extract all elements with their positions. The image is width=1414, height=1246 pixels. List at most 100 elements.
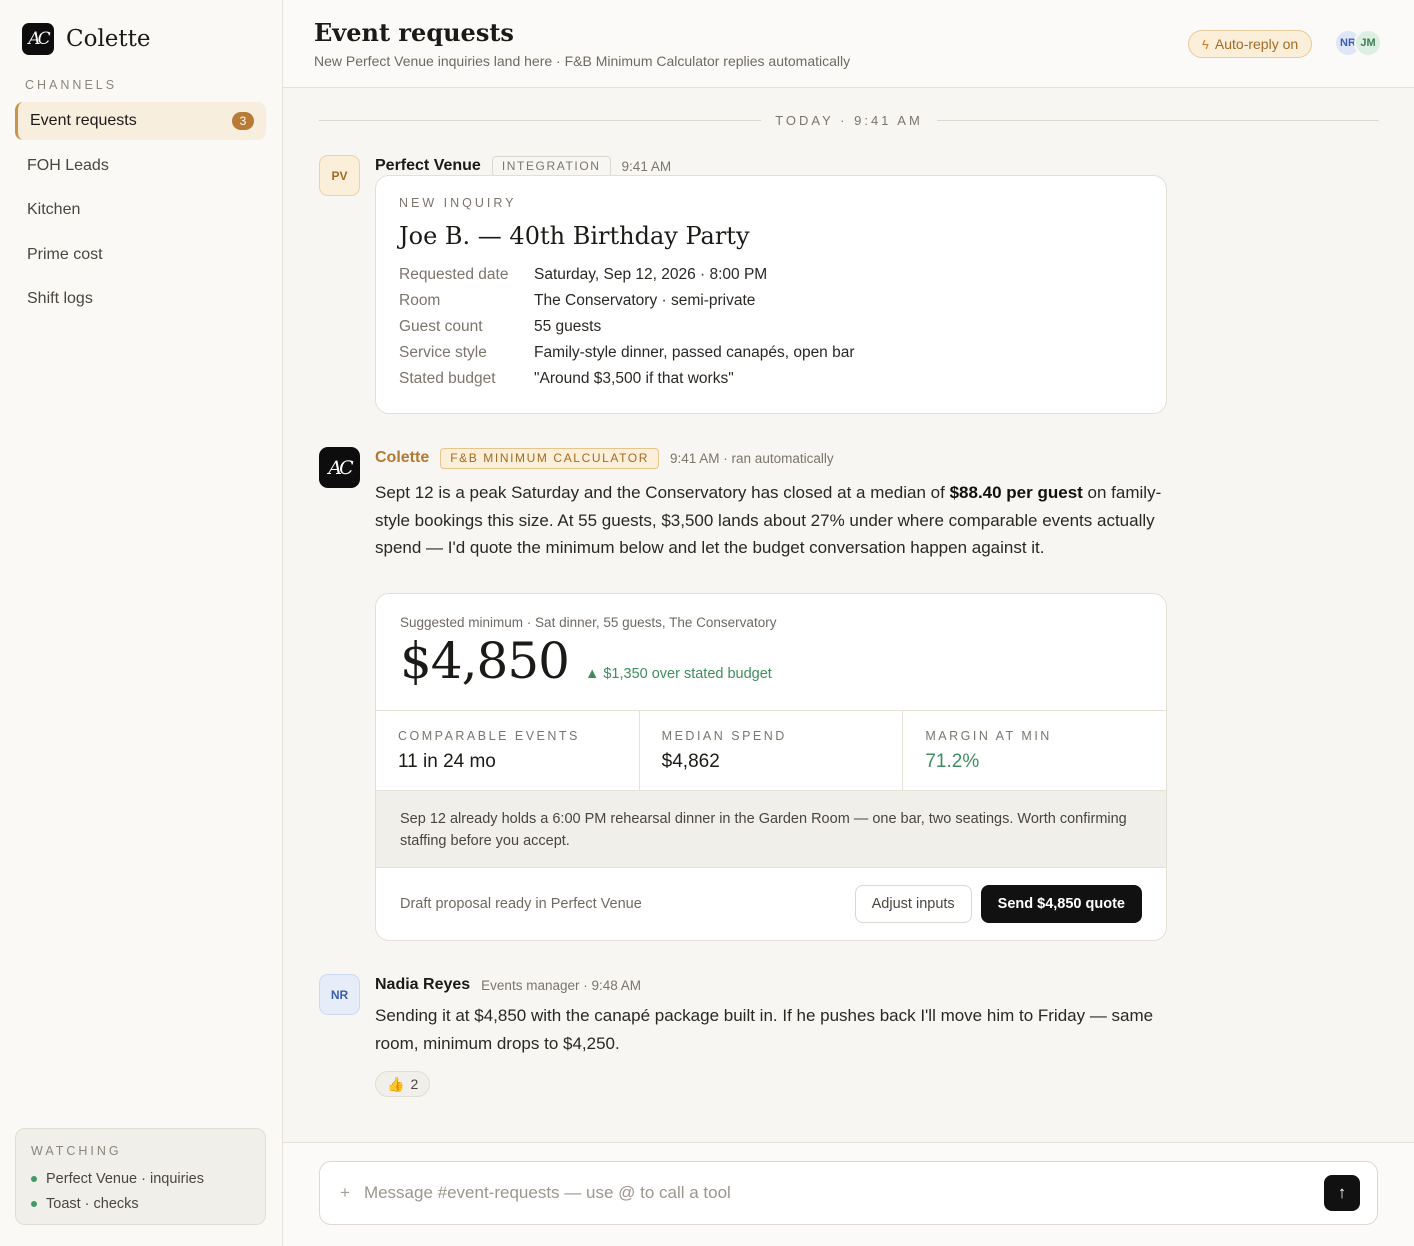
calculator-actions: Adjust inputs Send $4,850 quote [854,885,1142,923]
sidebar-item-label: Event requests [30,112,137,129]
colette-logo-icon: AC [22,23,54,55]
calculator-amount-row: $4,850 ▲ $1,350 over stated budget [400,632,1142,690]
auto-reply-toggle[interactable]: ϟ Auto-reply on [1188,30,1313,58]
message-feed: TODAY · 9:41 AM PV Perfect Venue INTEGRA… [283,88,1414,1142]
message-text-part: Sept 12 is a peak Saturday and the Conse… [375,483,950,502]
detail-value: "Around $3,500 if that works" [534,370,734,387]
watching-title: WATCHING [31,1144,122,1158]
sidebar-item-shift-logs[interactable]: Shift logs [15,280,266,318]
sidebar-item-foh-leads[interactable]: FOH Leads [15,147,266,185]
message-input[interactable] [363,1183,1324,1203]
message-time: 9:41 AM [621,158,672,174]
inquiry-details: Requested date Saturday, Sep 12, 2026 · … [399,262,1143,392]
stat-label: MARGIN AT MIN [925,729,1052,743]
avatar[interactable]: JM [1354,29,1382,57]
detail-key: Room [399,292,441,309]
sidebar-item-label: Shift logs [27,290,93,307]
stat-value: 71.2% [925,751,980,772]
brand[interactable]: AC Colette [22,20,151,58]
stat-comparable-events: COMPARABLE EVENTS 11 in 24 mo [376,711,640,790]
detail-value: Saturday, Sep 12, 2026 · 8:00 PM [534,266,768,283]
page-subtitle: New Perfect Venue inquiries land here · … [314,53,851,69]
status-dot-icon [31,1175,37,1182]
send-button[interactable]: ↑ [1324,1175,1360,1211]
message-text: Sending it at $4,850 with the canapé pac… [375,1006,1154,1053]
message-composer: + ↑ [319,1161,1378,1225]
stat-median-spend: MEDIAN SPEND $4,862 [640,711,904,790]
avatar[interactable]: NR [319,974,360,1015]
detail-row: Stated budget "Around $3,500 if that wor… [399,366,1143,392]
message-time: 9:41 AM · ran automatically [670,450,834,466]
stat-value: $4,862 [661,751,720,772]
sidebar-item-event-requests[interactable]: Event requests 3 [15,102,266,140]
inquiry-eyebrow: NEW INQUIRY [399,196,517,210]
budget-delta-label: $1,350 over stated budget [603,666,772,682]
detail-row: Room The Conservatory · semi-private [399,288,1143,314]
plus-icon[interactable]: + [340,1183,350,1203]
watch-item-label: Perfect Venue · inquiries [46,1170,204,1187]
sidebar-item-prime-cost[interactable]: Prime cost [15,236,266,274]
sidebar-item-label: Kitchen [27,201,81,218]
message-text-emphasis: $88.40 per guest [949,483,1083,502]
calendar-conflict-note: Sep 12 already holds a 6:00 PM rehearsal… [376,791,1166,868]
colette-logo-icon[interactable]: AC [319,447,360,488]
sender-name[interactable]: Nadia Reyes [375,976,470,994]
auto-reply-label: Auto-reply on [1214,36,1299,52]
suggested-minimum-amount: $4,850 [400,632,570,690]
main-panel: Event requests New Perfect Venue inquiri… [283,0,1414,1246]
detail-key: Service style [399,344,487,361]
draft-status: Draft proposal ready in Perfect Venue [400,896,642,912]
detail-value: Family-style dinner, passed canapés, ope… [534,344,855,361]
message-header: Nadia Reyes Events manager · 9:48 AM [375,974,1167,996]
integration-tag: INTEGRATION [491,155,611,177]
sidebar: AC Colette CHANNELS Event requests 3 FOH… [0,0,283,1246]
channels-section-label: CHANNELS [25,78,118,92]
budget-delta: ▲ $1,350 over stated budget [585,666,772,682]
composer-area: + ↑ [283,1142,1414,1246]
detail-value: 55 guests [534,318,602,335]
detail-row: Guest count 55 guests [399,314,1143,340]
sidebar-item-kitchen[interactable]: Kitchen [15,191,266,229]
date-divider-label: TODAY · 9:41 AM [775,113,923,128]
adjust-inputs-button[interactable]: Adjust inputs [854,885,972,923]
calculator-label: Suggested minimum · Sat dinner, 55 guest… [400,615,777,630]
stat-label: MEDIAN SPEND [661,729,787,743]
watch-item: Perfect Venue · inquiries [31,1166,250,1191]
detail-value: The Conservatory · semi-private [534,292,756,309]
stat-label: COMPARABLE EVENTS [398,729,580,743]
calculator-summary: Suggested minimum · Sat dinner, 55 guest… [376,594,1166,711]
detail-key: Requested date [399,266,509,283]
date-divider: TODAY · 9:41 AM [319,113,1380,128]
app-window: AC Colette CHANNELS Event requests 3 FOH… [0,0,1414,1246]
sender-name[interactable]: Colette [375,449,429,467]
message-body: Perfect Venue INTEGRATION 9:41 AM NEW IN… [375,155,1167,414]
detail-key: Guest count [399,318,483,335]
detail-key: Stated budget [399,370,496,387]
avatar[interactable]: PV [319,155,360,196]
message-header: Colette F&B MINIMUM CALCULATOR 9:41 AM ·… [375,447,1167,469]
bolt-icon: ϟ [1202,36,1209,52]
arrow-up-icon: ↑ [1337,1183,1347,1202]
watch-item-label: Toast · checks [46,1195,139,1212]
calculator-card: Suggested minimum · Sat dinner, 55 guest… [375,593,1167,941]
watch-item: Toast · checks [31,1191,250,1216]
inquiry-card: NEW INQUIRY Joe B. — 40th Birthday Party… [375,175,1167,414]
sender-name[interactable]: Perfect Venue [375,157,481,175]
calculator-footer: Draft proposal ready in Perfect Venue Ad… [376,868,1166,940]
sender-meta: Events manager · 9:48 AM [481,977,642,993]
tool-tag: F&B MINIMUM CALCULATOR [440,447,660,469]
reaction-thumbs-up[interactable]: 👍 2 [375,1071,431,1097]
message-header: Perfect Venue INTEGRATION 9:41 AM [375,155,1167,177]
thumbs-up-icon: 👍 [387,1075,405,1092]
watching-panel: WATCHING Perfect Venue · inquiries Toast… [15,1128,266,1225]
detail-row: Requested date Saturday, Sep 12, 2026 · … [399,262,1143,288]
message-text: Sept 12 is a peak Saturday and the Conse… [375,479,1167,562]
inquiry-title: Joe B. — 40th Birthday Party [399,222,750,250]
stat-margin-at-min: MARGIN AT MIN 71.2% [903,711,1166,790]
member-avatars[interactable]: NR JM [1334,29,1382,57]
stat-value: 11 in 24 mo [398,751,496,772]
page-title: Event requests [314,18,514,47]
sidebar-item-label: FOH Leads [27,156,109,174]
send-quote-button[interactable]: Send $4,850 quote [980,885,1142,923]
sidebar-item-label: Prime cost [27,245,103,263]
